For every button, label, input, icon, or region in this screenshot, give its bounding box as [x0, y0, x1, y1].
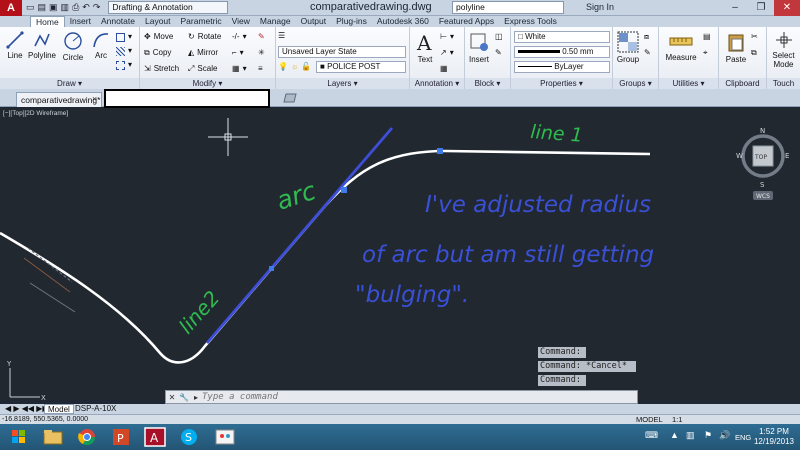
svg-text:P: P [117, 432, 124, 445]
viewcube[interactable]: TOP N S E W WCS [736, 127, 789, 200]
clock[interactable]: 1:52 PM 12/19/2013 [750, 427, 798, 447]
layout-tab-model[interactable]: Model [44, 404, 74, 414]
viewcube-n[interactable]: N [760, 127, 765, 135]
grip-top-right[interactable] [437, 148, 443, 154]
windows-start-icon[interactable] [4, 427, 34, 447]
customize-icon[interactable]: 🔧 [178, 393, 190, 402]
command-input[interactable] [202, 391, 602, 403]
layout-tab-dsp-a-10x[interactable]: DSP-A-10X [72, 404, 119, 414]
viewcube-face-label[interactable]: TOP [754, 154, 767, 161]
faint-line-orange [23, 257, 71, 293]
command-line: ✕ 🔧 ▸ [165, 390, 638, 404]
faint-line-2 [29, 282, 76, 313]
chrome-icon[interactable] [72, 427, 102, 447]
annotation-note-2: of arc but am still getting [362, 242, 654, 268]
annotation-line1: line 1 [530, 121, 584, 147]
svg-text:X: X [41, 394, 46, 400]
svg-text:Y: Y [6, 360, 12, 368]
viewcube-e[interactable]: E [785, 152, 789, 160]
clock-time: 1:52 PM [759, 427, 789, 436]
crosshair-cursor [208, 118, 248, 156]
annotation-note-1: I've adjusted radius [425, 192, 651, 218]
drawing-sketch: line 1 arc line2 I've adjusted radius of… [0, 118, 789, 400]
grip-arc-mid[interactable] [341, 187, 347, 193]
annotation-note-3: "bulging". [355, 282, 469, 308]
paint-icon[interactable] [210, 427, 240, 447]
clock-date: 12/19/2013 [753, 437, 795, 446]
line2-highlight [205, 127, 394, 344]
svg-text:S: S [185, 431, 192, 444]
command-history-line-2: Command: *Cancel* [538, 361, 636, 372]
command-prompt-icon: ▸ [193, 392, 198, 402]
file-explorer-icon[interactable] [38, 427, 68, 447]
status-bar: -16.8189, 550.5365, 0.0000 MODEL 1:1 [0, 414, 800, 424]
close-command-icon[interactable]: ✕ [166, 393, 178, 402]
network-icon[interactable]: ▥ [686, 430, 695, 441]
skype-icon[interactable]: S [174, 427, 204, 447]
grip-line-mid[interactable] [269, 266, 274, 271]
flag-icon[interactable]: ⚑ [704, 430, 712, 441]
viewcube-w[interactable]: W [736, 152, 743, 160]
powerpoint-icon[interactable]: P [106, 427, 136, 447]
keyboard-icon[interactable]: ⌨ [645, 430, 658, 441]
command-history-line-3: Command: [538, 375, 586, 386]
svg-text:A: A [150, 431, 159, 445]
viewcube-s[interactable]: S [760, 181, 765, 189]
language-indicator[interactable]: ENG [735, 433, 751, 442]
autocad-window: A ▭ ▤ ▣ ▥ ⎙ ↶ ↷ Drafting & Annotation co… [0, 0, 800, 450]
volume-icon[interactable]: 🔊 [719, 430, 730, 441]
annotation-arc: arc [273, 176, 320, 216]
layout-tabs: ◀ ▶ ◀◀ ▶▶ Model DSP-A-10X [0, 404, 800, 414]
tray-up-icon[interactable]: ▲ [670, 430, 679, 440]
wcs-label[interactable]: WCS [756, 193, 770, 200]
ucs-icon: Y X [6, 360, 46, 400]
autocad-taskbar-icon[interactable]: A [140, 427, 170, 447]
taskbar: P A S ⌨ ▲ ▥ ⚑ 🔊 ENG 1:52 PM 12/19/2013 [0, 424, 800, 450]
command-history-line-1: Command: [538, 347, 586, 358]
